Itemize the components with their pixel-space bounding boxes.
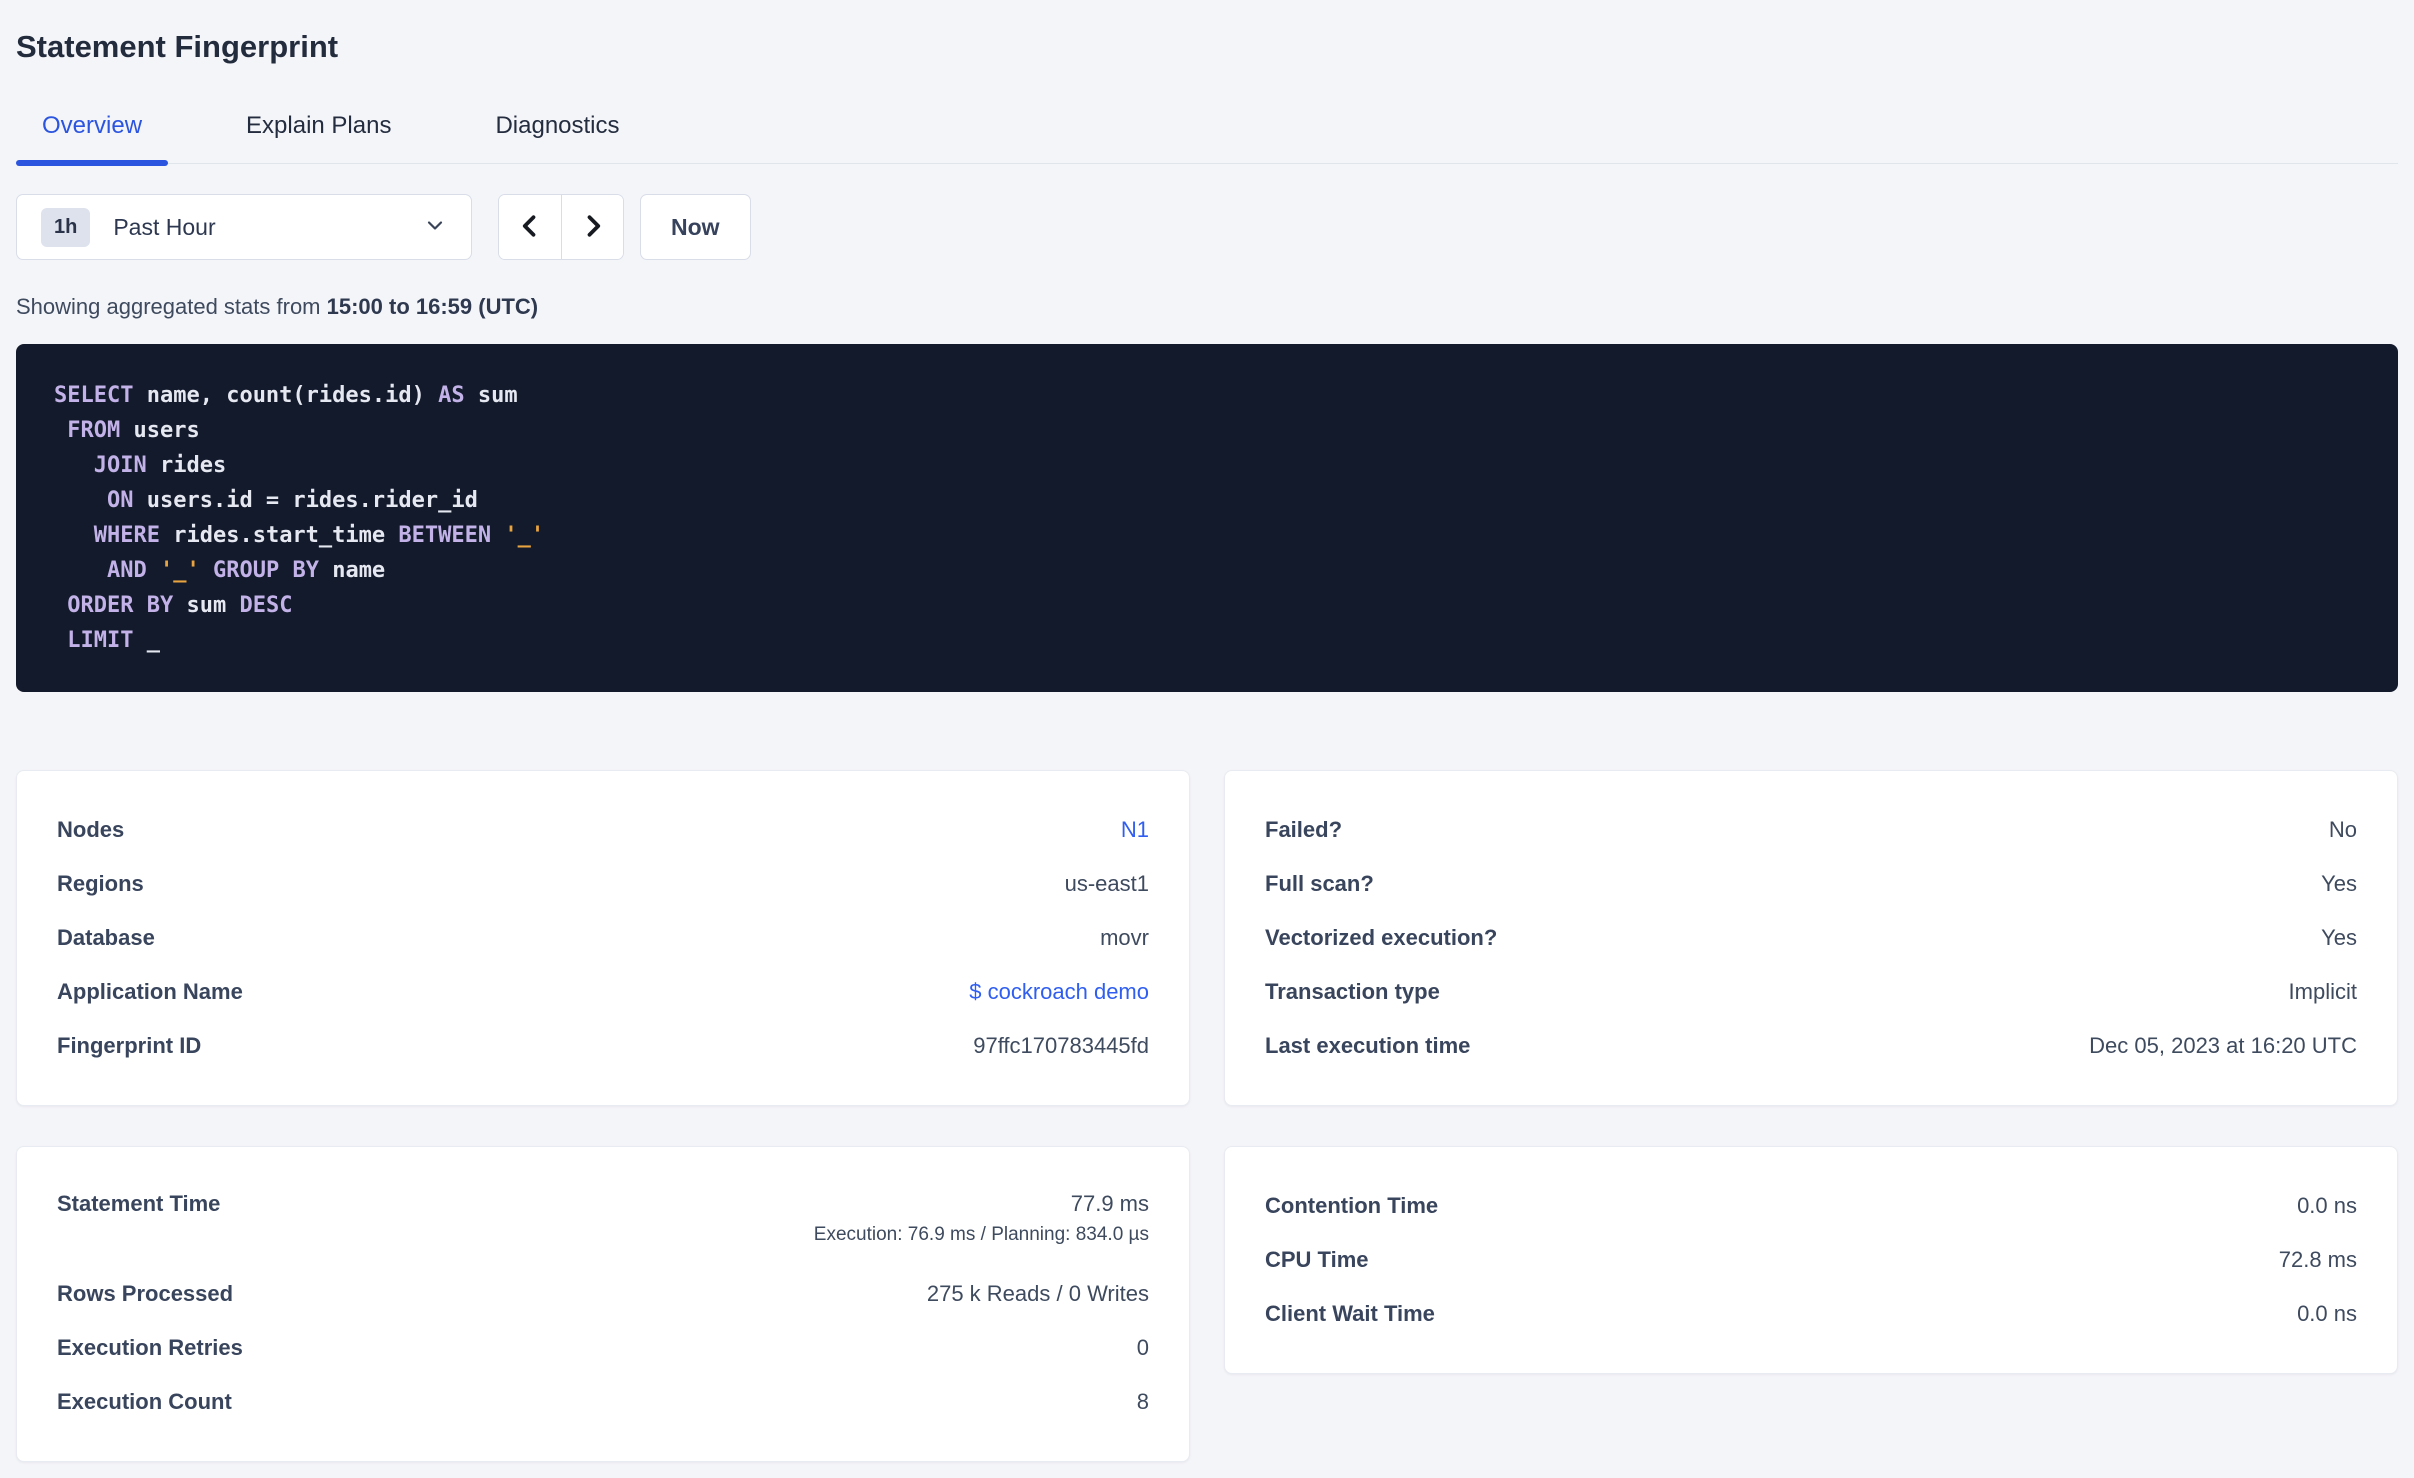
- row-value: 0.0 ns: [2297, 1193, 2357, 1218]
- application-name-link[interactable]: $ cockroach demo: [969, 979, 1149, 1005]
- row-label: Failed?: [1265, 817, 1343, 842]
- sql-statement-box: SELECT name, count(rides.id) AS sum FROM…: [16, 344, 2398, 692]
- sql-line: JOIN rides: [93, 453, 227, 478]
- prev-time-button[interactable]: [499, 195, 561, 259]
- page-title: Statement Fingerprint: [16, 29, 339, 64]
- row-value: 72.8 ms: [2278, 1247, 2357, 1272]
- sql-line: SELECT name, count(rides.id) AS sum: [54, 383, 518, 408]
- row-label: Statement Time: [57, 1191, 221, 1216]
- table-row: Failed? No: [1265, 803, 2357, 857]
- now-button[interactable]: Now: [640, 194, 751, 260]
- row-value-block: 77.9 ms Execution: 76.9 ms / Planning: 8…: [814, 1191, 1149, 1246]
- row-label: Nodes: [57, 817, 125, 842]
- row-value: Dec 05, 2023 at 16:20 UTC: [2089, 1033, 2357, 1058]
- row-label: Vectorized execution?: [1265, 925, 1498, 950]
- row-value: Yes: [2321, 925, 2357, 950]
- table-row: CPU Time 72.8 ms: [1265, 1233, 2357, 1287]
- row-label: Contention Time: [1265, 1193, 1439, 1218]
- table-row: Application Name $ cockroach demo: [57, 965, 1149, 1019]
- table-row: Full scan? Yes: [1265, 857, 2357, 911]
- next-time-button[interactable]: [561, 195, 623, 259]
- table-row: Client Wait Time 0.0 ns: [1265, 1287, 2357, 1341]
- table-row: Statement Time 77.9 ms Execution: 76.9 m…: [57, 1179, 1149, 1267]
- tab-diagnostics[interactable]: Diagnostics: [469, 102, 645, 163]
- overview-cards-bottom: Statement Time 77.9 ms Execution: 76.9 m…: [16, 1146, 2398, 1462]
- table-row: Last execution time Dec 05, 2023 at 16:2…: [1265, 1019, 2357, 1073]
- sql-code: SELECT name, count(rides.id) AS sum FROM…: [54, 378, 2360, 658]
- nodes-link[interactable]: N1: [1121, 817, 1149, 843]
- row-value: us-east1: [1064, 871, 1149, 896]
- table-row: Nodes N1: [57, 803, 1149, 857]
- sql-line: LIMIT _: [67, 628, 160, 653]
- time-range-label: Past Hour: [113, 213, 216, 240]
- row-label: Rows Processed: [57, 1281, 234, 1306]
- row-value: 275 k Reads / 0 Writes: [926, 1281, 1149, 1306]
- stats-note-range: 15:00 to 16:59 (UTC): [326, 294, 539, 319]
- chevron-right-icon: [579, 212, 607, 243]
- time-range-dropdown[interactable]: 1h Past Hour: [16, 194, 472, 260]
- row-value: 77.9 ms: [1070, 1191, 1149, 1216]
- row-label: Execution Count: [57, 1389, 232, 1414]
- table-row: Transaction type Implicit: [1265, 965, 2357, 1019]
- row-value: Implicit: [2288, 979, 2357, 1004]
- table-row: Fingerprint ID 97ffc170783445fd: [57, 1019, 1149, 1073]
- aggregated-stats-note: Showing aggregated stats from 15:00 to 1…: [16, 294, 2398, 320]
- row-value: 97ffc170783445fd: [973, 1033, 1149, 1058]
- resource-times-card: Contention Time 0.0 ns CPU Time 72.8 ms …: [1224, 1146, 2398, 1374]
- table-row: Rows Processed 275 k Reads / 0 Writes: [57, 1267, 1149, 1321]
- time-controls: 1h Past Hour Now: [16, 194, 2398, 260]
- tab-bar: Overview Explain Plans Diagnostics: [16, 102, 2398, 166]
- chevron-left-icon: [516, 212, 544, 243]
- row-value-subtext: Execution: 76.9 ms / Planning: 834.0 µs: [813, 1224, 1149, 1245]
- time-step-buttons: [498, 194, 624, 260]
- overview-cards-top: Nodes N1 Regions us-east1 Database movr …: [16, 770, 2398, 1106]
- statement-times-card: Statement Time 77.9 ms Execution: 76.9 m…: [16, 1146, 1190, 1462]
- row-value: movr: [1100, 925, 1149, 950]
- tab-overview[interactable]: Overview: [16, 102, 169, 166]
- row-label: Client Wait Time: [1265, 1301, 1435, 1326]
- row-value: No: [2328, 817, 2357, 842]
- sql-line: AND '_' GROUP BY name: [106, 558, 386, 583]
- tab-explain-plans[interactable]: Explain Plans: [220, 102, 417, 163]
- row-label: CPU Time: [1265, 1247, 1369, 1272]
- sql-line: WHERE rides.start_time BETWEEN '_': [93, 523, 545, 548]
- row-label: Execution Retries: [57, 1335, 243, 1360]
- row-value: 8: [1136, 1389, 1149, 1414]
- chevron-down-icon: [423, 213, 447, 242]
- sql-line: ORDER BY sum DESC: [67, 593, 293, 618]
- table-row: Vectorized execution? Yes: [1265, 911, 2357, 965]
- table-row: Execution Retries 0: [57, 1321, 1149, 1375]
- row-value: 0: [1136, 1335, 1149, 1360]
- execution-attributes-card: Failed? No Full scan? Yes Vectorized exe…: [1224, 770, 2398, 1106]
- row-label: Transaction type: [1265, 979, 1440, 1004]
- row-label: Application Name: [57, 979, 243, 1004]
- row-value: Yes: [2321, 871, 2357, 896]
- sql-line: FROM users: [67, 418, 200, 443]
- statement-details-card: Nodes N1 Regions us-east1 Database movr …: [16, 770, 1190, 1106]
- table-row: Database movr: [57, 911, 1149, 965]
- row-value: 0.0 ns: [2297, 1301, 2357, 1326]
- interval-badge: 1h: [41, 207, 91, 247]
- row-label: Last execution time: [1265, 1033, 1471, 1058]
- table-row: Contention Time 0.0 ns: [1265, 1179, 2357, 1233]
- table-row: Regions us-east1: [57, 857, 1149, 911]
- stats-note-prefix: Showing aggregated stats from: [16, 294, 327, 319]
- row-label: Database: [57, 925, 155, 950]
- row-label: Regions: [57, 871, 144, 896]
- row-label: Fingerprint ID: [57, 1033, 202, 1058]
- table-row: Execution Count 8: [57, 1375, 1149, 1429]
- statement-fingerprint-page: Statement Fingerprint Overview Explain P…: [0, 0, 2414, 1478]
- row-label: Full scan?: [1265, 871, 1374, 896]
- sql-line: ON users.id = rides.rider_id: [106, 488, 478, 513]
